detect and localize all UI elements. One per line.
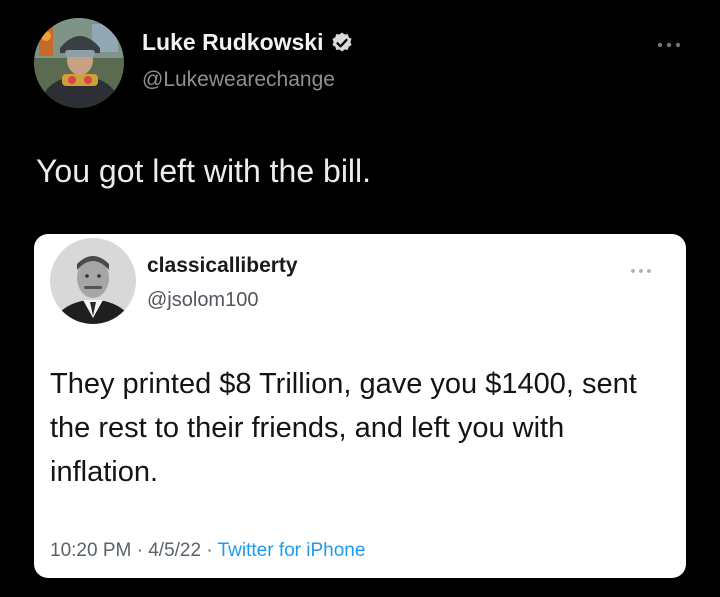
author-handle[interactable]: @Lukewearechange (142, 68, 335, 92)
quoted-tweet-card[interactable]: classicalliberty @jsolom100 They printed… (34, 234, 686, 578)
author-name-row[interactable]: Luke Rudkowski (142, 29, 354, 56)
quoted-author-avatar[interactable] (50, 238, 136, 324)
author-avatar[interactable] (34, 18, 124, 108)
tweet-text: You got left with the bill. (36, 153, 372, 189)
more-options-icon[interactable] (629, 262, 653, 273)
quoted-author-name[interactable]: classicalliberty (147, 254, 298, 278)
avatar-icon (50, 238, 136, 324)
meta-separator: · (206, 540, 213, 561)
author-name[interactable]: Luke Rudkowski (142, 29, 323, 56)
tweet-time: 10:20 PM (50, 540, 132, 561)
verified-badge-icon (330, 31, 354, 55)
meta-separator: · (136, 540, 143, 561)
quoted-tweet-text: They printed $8 Trillion, gave you $1400… (50, 368, 637, 488)
more-options-icon[interactable] (656, 37, 682, 48)
tweet-date[interactable]: 4/5/22 (148, 540, 201, 561)
tweet-source-link[interactable]: Twitter for iPhone (218, 540, 366, 561)
avatar-icon (34, 18, 124, 108)
quoted-author-handle[interactable]: @jsolom100 (147, 289, 258, 312)
tweet-metadata: 10:20 PM · 4/5/22 · Twitter for iPhone (50, 540, 365, 562)
